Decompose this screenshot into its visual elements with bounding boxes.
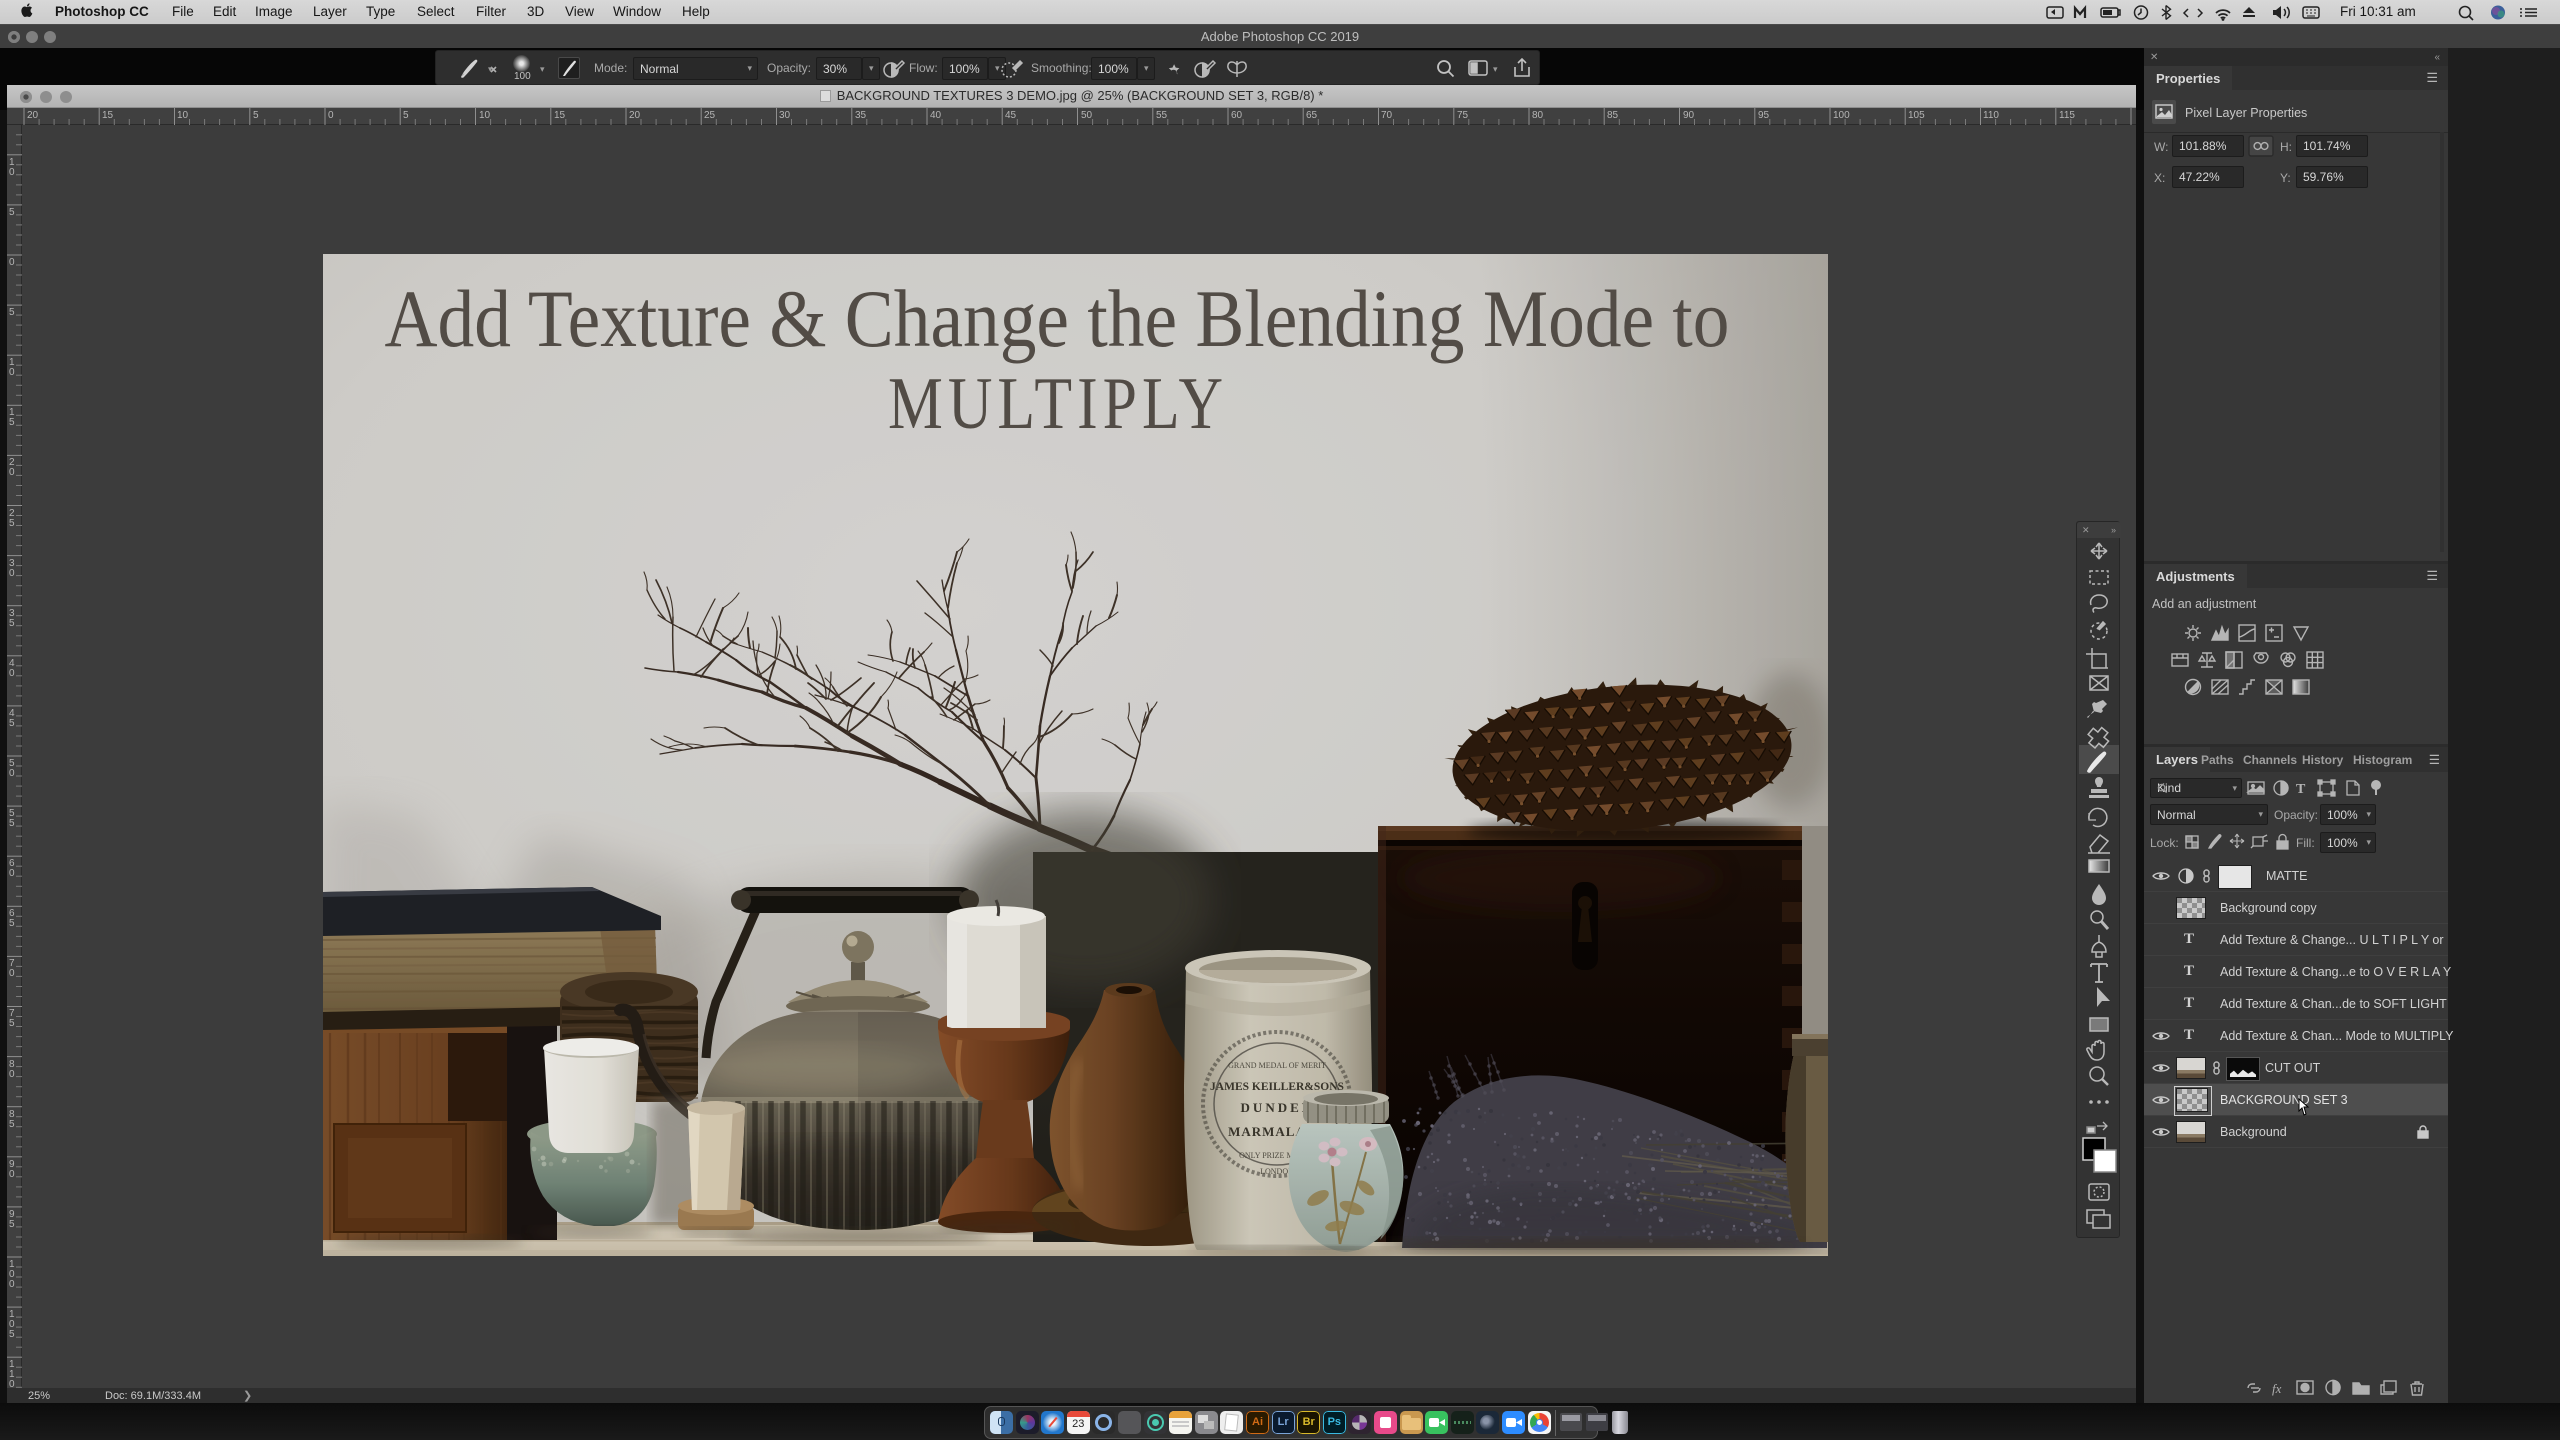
svg-text:T: T xyxy=(2296,782,2306,797)
svg-text:fx: fx xyxy=(2272,1381,2282,1396)
